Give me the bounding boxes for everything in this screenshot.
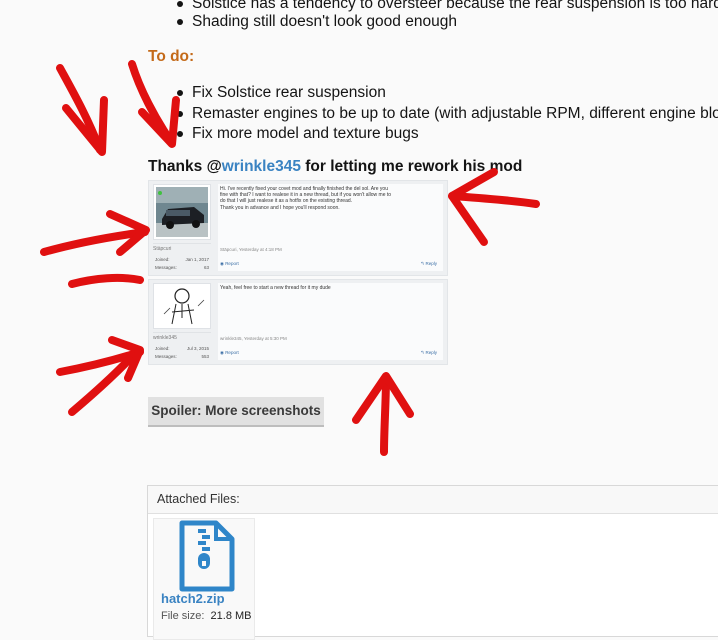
arrow-annotation bbox=[352, 372, 414, 456]
arrow-annotation bbox=[56, 336, 144, 416]
arrow-annotation bbox=[68, 273, 144, 288]
arrow-annotation bbox=[56, 64, 108, 156]
arrow-annotation bbox=[40, 210, 150, 256]
arrow-annotation bbox=[128, 60, 180, 148]
annotation-arrows bbox=[40, 60, 540, 456]
arrow-annotation bbox=[448, 168, 540, 246]
